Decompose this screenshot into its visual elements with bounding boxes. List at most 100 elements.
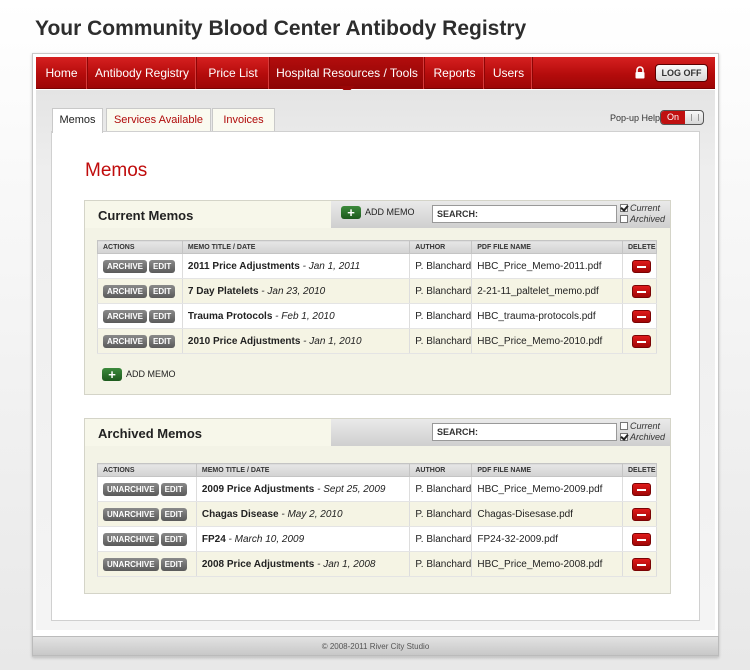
archived-memos-toolbar: SEARCH: Current Archived (331, 419, 670, 446)
current-memos-table: ACTIONS MEMO TITLE / DATE AUTHOR PDF FIL… (97, 240, 658, 354)
add-memo-button-top[interactable]: + ADD MEMO (341, 206, 415, 219)
tab-memos[interactable]: Memos (52, 108, 103, 133)
memo-title: 2011 Price Adjustments (187, 260, 300, 272)
delete-icon[interactable] (632, 507, 652, 521)
archived-memos-header: Archived Memos (85, 419, 331, 446)
edit-button[interactable]: EDIT (160, 482, 187, 496)
memo-author: P. Blanchard (409, 526, 473, 552)
table-row: ARCHIVE EDIT 2010 Price Adjustments - Jan… (97, 328, 658, 354)
delete-icon[interactable] (632, 334, 652, 348)
archive-button[interactable]: ARCHIVE (103, 284, 148, 298)
nav-price-list[interactable]: Price List (197, 57, 270, 89)
tab-invoices[interactable]: Invoices (212, 108, 275, 132)
archive-button[interactable]: ARCHIVE (103, 334, 148, 348)
memo-title: 2010 Price Adjustments (187, 335, 301, 347)
checkbox-checked-icon[interactable] (620, 204, 628, 212)
page-title: Your Community Blood Center Antibody Reg… (35, 17, 527, 40)
memo-title: 2009 Price Adjustments (201, 483, 315, 495)
pdf-file-name[interactable]: HBC_Price_Memo-2010.pdf (471, 328, 623, 354)
col-delete: DELETE (621, 463, 658, 477)
edit-button[interactable]: EDIT (149, 334, 176, 348)
archive-button[interactable]: ARCHIVE (103, 259, 148, 273)
edit-button[interactable]: EDIT (160, 557, 187, 571)
memo-date: - Jan 1, 2008 (314, 558, 376, 570)
unarchive-button[interactable]: UNARCHIVE (103, 532, 159, 546)
table-row: ARCHIVE EDIT 7 Day Platelets - Jan 23, 20… (97, 278, 658, 304)
current-memos-title: Current Memos (98, 208, 194, 223)
toggle-state: On (661, 111, 685, 124)
pdf-file-name[interactable]: HBC_Price_Memo-2011.pdf (471, 253, 623, 279)
content-area: Memos Services Available Invoices Pop-up… (36, 90, 715, 630)
edit-button[interactable]: EDIT (149, 284, 176, 298)
edit-button[interactable]: EDIT (149, 259, 176, 273)
archived-memos-table: ACTIONS MEMO TITLE / DATE AUTHOR PDF FIL… (97, 463, 658, 577)
table-header-row: ACTIONS MEMO TITLE / DATE AUTHOR PDF FIL… (97, 463, 658, 477)
table-row: UNARCHIVE EDIT FP24 - March 10, 2009 P. B… (97, 526, 658, 552)
table-row: UNARCHIVE EDIT 2008 Price Adjustments - J… (97, 551, 658, 577)
memo-date: - March 10, 2009 (225, 533, 305, 545)
memo-author: P. Blanchard (409, 328, 473, 354)
unarchive-button[interactable]: UNARCHIVE (103, 557, 159, 571)
col-pdf-file: PDF FILE NAME (471, 240, 623, 254)
table-header-row: ACTIONS MEMO TITLE / DATE AUTHOR PDF FIL… (97, 240, 658, 254)
table-row: UNARCHIVE EDIT Chagas Disease - May 2, 20… (97, 501, 658, 527)
logoff-button[interactable]: LOG OFF (655, 64, 708, 82)
pdf-file-name[interactable]: FP24-32-2009.pdf (471, 526, 623, 552)
pdf-file-name[interactable]: HBC_Price_Memo-2009.pdf (471, 476, 623, 502)
archive-button[interactable]: ARCHIVE (103, 309, 148, 323)
delete-icon[interactable] (632, 284, 652, 298)
nav-home[interactable]: Home (36, 57, 88, 89)
plus-icon: + (102, 368, 122, 381)
memo-title: Trauma Protocols (187, 310, 273, 322)
current-filter-current[interactable]: Current (620, 203, 660, 213)
add-memo-button-bottom[interactable]: + ADD MEMO (102, 368, 176, 381)
col-author: AUTHOR (409, 240, 473, 254)
memo-author: P. Blanchard (409, 551, 473, 577)
edit-button[interactable]: EDIT (160, 507, 187, 521)
nav-users[interactable]: Users (485, 57, 533, 89)
unarchive-button[interactable]: UNARCHIVE (103, 482, 159, 496)
pdf-file-name[interactable]: HBC_trauma-protocols.pdf (471, 303, 623, 329)
nav-reports[interactable]: Reports (425, 57, 485, 89)
pdf-file-name[interactable]: 2-21-11_paltelet_memo.pdf (471, 278, 623, 304)
nav-antibody-registry[interactable]: Antibody Registry (88, 57, 197, 89)
memo-author: P. Blanchard (409, 476, 473, 502)
table-row: ARCHIVE EDIT Trauma Protocols - Feb 1, 20… (97, 303, 658, 329)
current-search-input[interactable]: SEARCH: (432, 205, 617, 223)
delete-icon[interactable] (632, 557, 652, 571)
unarchive-button[interactable]: UNARCHIVE (103, 507, 159, 521)
tab-services-available[interactable]: Services Available (106, 108, 211, 132)
table-row: UNARCHIVE EDIT 2009 Price Adjustments - S… (97, 476, 658, 502)
delete-icon[interactable] (632, 482, 652, 496)
checkbox-icon[interactable] (620, 215, 628, 223)
memo-author: P. Blanchard (409, 278, 473, 304)
popup-help-toggle[interactable]: On (660, 110, 704, 125)
footer: © 2008-2011 River City Studio (32, 636, 719, 656)
checkbox-checked-icon[interactable] (620, 433, 628, 441)
nav-hospital-resources[interactable]: Hospital Resources / Tools (270, 57, 425, 89)
edit-button[interactable]: EDIT (160, 532, 187, 546)
checkbox-icon[interactable] (620, 422, 628, 430)
archived-memos-section: Archived Memos SEARCH: Current Archived … (84, 418, 671, 594)
archived-filter-archived[interactable]: Archived (620, 432, 665, 442)
table-row: ARCHIVE EDIT 2011 Price Adjustments - Jan… (97, 253, 658, 279)
app-frame: Home Antibody Registry Price List Hospit… (32, 53, 719, 657)
memo-author: P. Blanchard (409, 253, 473, 279)
current-filter-archived[interactable]: Archived (620, 214, 665, 224)
pdf-file-name[interactable]: Chagas-Disesase.pdf (471, 501, 623, 527)
pdf-file-name[interactable]: HBC_Price_Memo-2008.pdf (471, 551, 623, 577)
memo-author: P. Blanchard (409, 501, 473, 527)
col-delete: DELETE (621, 240, 658, 254)
current-memos-section: Current Memos + ADD MEMO SEARCH: Current … (84, 200, 671, 395)
archived-filter-current[interactable]: Current (620, 421, 660, 431)
memo-author: P. Blanchard (409, 303, 473, 329)
memo-title: FP24 (201, 533, 226, 545)
col-memo-title: MEMO TITLE / DATE (195, 463, 411, 477)
edit-button[interactable]: EDIT (149, 309, 176, 323)
delete-icon[interactable] (632, 309, 652, 323)
archived-search-input[interactable]: SEARCH: (432, 423, 617, 441)
memo-title: 2008 Price Adjustments (201, 558, 315, 570)
delete-icon[interactable] (632, 532, 652, 546)
delete-icon[interactable] (632, 259, 652, 273)
memo-title: Chagas Disease (201, 508, 279, 520)
